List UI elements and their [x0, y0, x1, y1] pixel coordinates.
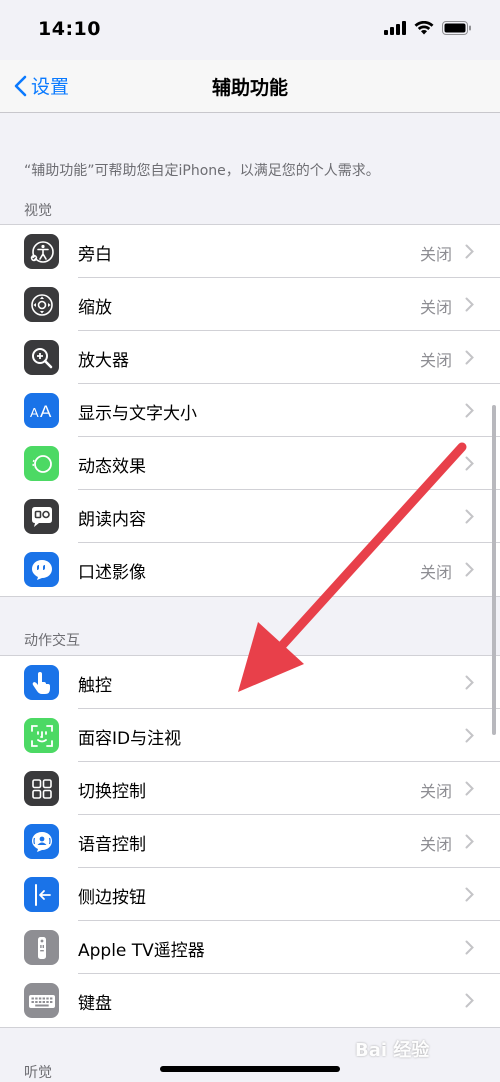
row-value: 关闭	[419, 298, 452, 317]
row-display-text-size[interactable]: AA 显示与文字大小	[0, 384, 500, 437]
section-header-hearing: 听觉	[24, 1065, 52, 1081]
chevron-right-icon	[465, 403, 474, 418]
row-label: 切换控制	[78, 782, 146, 802]
row-label: 语音控制	[78, 835, 146, 855]
chevron-right-icon	[465, 350, 474, 365]
page-title: 辅助功能	[211, 77, 288, 99]
row-label: 旁白	[78, 245, 112, 265]
side-button-icon	[24, 877, 59, 912]
chevron-right-icon	[465, 562, 474, 577]
home-indicator[interactable]	[160, 1066, 340, 1072]
chevron-right-icon	[465, 834, 474, 849]
watermark: Bai 经验	[355, 1040, 430, 1061]
section-header-physical: 动作交互	[24, 633, 80, 649]
row-label: 朗读内容	[78, 510, 146, 530]
zoom-icon	[24, 287, 59, 322]
row-value: 关闭	[419, 245, 452, 264]
section-header-vision: 视觉	[24, 203, 52, 219]
voiceover-icon	[24, 234, 59, 269]
row-face-id-attention[interactable]: 面容ID与注视	[0, 709, 500, 762]
row-label: 触控	[78, 676, 112, 696]
row-label: 显示与文字大小	[78, 404, 197, 424]
row-label: 键盘	[78, 994, 112, 1014]
chevron-right-icon	[465, 940, 474, 955]
row-value: 关闭	[419, 782, 452, 801]
row-label: Apple TV遥控器	[78, 941, 205, 961]
svg-text:A: A	[30, 405, 39, 420]
row-label: 面容ID与注视	[78, 729, 182, 749]
row-spoken-content[interactable]: 朗读内容	[0, 490, 500, 543]
row-zoom[interactable]: 缩放 关闭	[0, 278, 500, 331]
row-keyboard[interactable]: 键盘	[0, 974, 500, 1027]
magnifier-icon	[24, 340, 59, 375]
row-side-button[interactable]: 侧边按钮	[0, 868, 500, 921]
chevron-right-icon	[465, 244, 474, 259]
chevron-right-icon	[465, 993, 474, 1008]
chevron-right-icon	[465, 297, 474, 312]
row-value: 关闭	[419, 835, 452, 854]
row-voiceover[interactable]: 旁白 关闭	[0, 225, 500, 278]
row-label: 缩放	[78, 298, 112, 318]
row-touch[interactable]: 触控	[0, 656, 500, 709]
motion-icon	[24, 446, 59, 481]
row-label: 口述影像	[78, 563, 146, 583]
spoken-content-icon	[24, 499, 59, 534]
chevron-right-icon	[465, 675, 474, 690]
voice-control-icon	[24, 824, 59, 859]
keyboard-icon	[24, 983, 59, 1018]
row-label: 侧边按钮	[78, 888, 146, 908]
scroll-indicator[interactable]	[492, 405, 496, 735]
chevron-right-icon	[465, 781, 474, 796]
face-id-icon	[24, 718, 59, 753]
status-time: 14:10	[38, 18, 101, 40]
chevron-right-icon	[465, 456, 474, 471]
intro-text: “辅助功能”可帮助您自定iPhone，以满足您的个人需求。	[24, 163, 380, 179]
physical-group: 触控 面容ID与注视 切换控制 关闭 语音控制 关闭 侧边按钮 Apple TV…	[0, 655, 500, 1028]
text-size-icon: AA	[24, 393, 59, 428]
battery-icon	[442, 20, 472, 39]
chevron-right-icon	[465, 509, 474, 524]
row-label: 动态效果	[78, 457, 146, 477]
switch-control-icon	[24, 771, 59, 806]
touch-icon	[24, 665, 59, 700]
row-value: 关闭	[419, 563, 452, 582]
row-voice-control[interactable]: 语音控制 关闭	[0, 815, 500, 868]
chevron-right-icon	[465, 887, 474, 902]
cellular-signal-icon	[384, 20, 406, 39]
row-audio-description[interactable]: 口述影像 关闭	[0, 543, 500, 596]
chevron-right-icon	[465, 728, 474, 743]
row-apple-tv-remote[interactable]: Apple TV遥控器	[0, 921, 500, 974]
row-label: 放大器	[78, 351, 129, 371]
svg-text:A: A	[40, 402, 52, 421]
vision-group: 旁白 关闭 缩放 关闭 放大器 关闭 AA 显示与文字大小 动态效果 朗读内容 …	[0, 224, 500, 597]
row-value: 关闭	[419, 351, 452, 370]
navigation-bar: 设置 辅助功能	[0, 60, 500, 113]
row-magnifier[interactable]: 放大器 关闭	[0, 331, 500, 384]
apple-tv-remote-icon	[24, 930, 59, 965]
row-motion[interactable]: 动态效果	[0, 437, 500, 490]
wifi-icon	[414, 20, 434, 39]
row-switch-control[interactable]: 切换控制 关闭	[0, 762, 500, 815]
audio-description-icon	[24, 552, 59, 587]
status-bar: 14:10	[0, 0, 500, 60]
